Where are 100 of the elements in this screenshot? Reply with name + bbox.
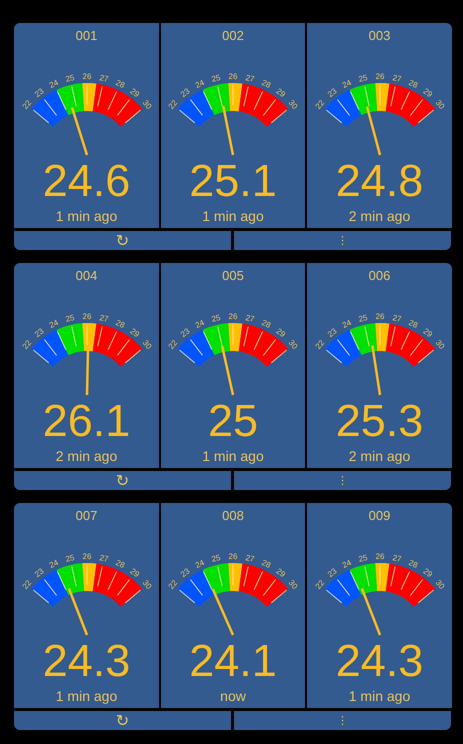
scale-label: 26 (228, 72, 238, 82)
refresh-button[interactable]: ↻ (14, 471, 231, 490)
scale-label: 24 (340, 558, 352, 570)
scale-label: 22 (20, 338, 33, 351)
more-button[interactable]: ⋮ (234, 711, 451, 730)
scale-label: 23 (326, 326, 338, 340)
scale-label: 28 (406, 558, 419, 570)
gauge-needle (370, 345, 381, 396)
scale-label: 29 (420, 566, 434, 580)
sensor-id: 005 (222, 268, 244, 284)
refresh-button[interactable]: ↻ (14, 231, 231, 250)
scale-label: 23 (32, 566, 46, 580)
scale-label: 24 (194, 318, 206, 330)
gauge-needle (85, 344, 89, 396)
gauge-needle (212, 588, 234, 636)
scale-label: 26 (82, 72, 91, 82)
more-button[interactable]: ⋮ (234, 471, 451, 490)
scale-label: 26 (228, 552, 238, 562)
gauge-needle (220, 346, 234, 396)
scale-label: 26 (375, 72, 384, 82)
scale-label: 28 (114, 318, 126, 330)
scale-label: 24 (47, 78, 60, 90)
last-updated: 2 min ago (56, 448, 118, 465)
refresh-button[interactable]: ↻ (14, 711, 231, 730)
scale-label: 28 (406, 78, 419, 90)
scale-label: 28 (114, 558, 126, 570)
scale-label: 30 (433, 98, 446, 111)
scale-label: 22 (313, 338, 326, 351)
scale-label: 30 (286, 338, 300, 351)
scale-label: 24 (340, 78, 352, 90)
scale-label: 25 (64, 73, 75, 84)
scale-label: 28 (260, 78, 272, 90)
last-updated: 1 min ago (202, 448, 264, 465)
scale-label: 29 (128, 326, 140, 340)
last-updated: 1 min ago (56, 208, 118, 225)
scale-label: 25 (357, 73, 368, 84)
scale-label: 22 (166, 98, 180, 111)
scale-label: 26 (82, 312, 91, 322)
gauge-needle (222, 106, 234, 156)
scale-label: 23 (32, 86, 46, 100)
scale-label: 28 (114, 78, 126, 90)
sensor-id: 008 (222, 508, 244, 524)
scale-label: 27 (391, 553, 402, 564)
scale-label: 29 (274, 86, 287, 100)
scale-label: 26 (375, 312, 384, 322)
scale-label: 22 (313, 98, 326, 111)
temperature-reading: 24.8 (336, 158, 424, 204)
scale-label: 22 (166, 578, 180, 591)
scale-label: 28 (260, 558, 272, 570)
scale-label: 23 (179, 566, 192, 580)
gauge-needle (67, 588, 88, 636)
scale-label: 22 (313, 578, 326, 591)
temperature-reading: 24.3 (42, 638, 130, 684)
sensor-id: 001 (76, 28, 98, 44)
scale-label: 25 (64, 553, 75, 564)
last-updated: 1 min ago (56, 688, 118, 705)
temperature-reading: 24.1 (189, 638, 277, 684)
scale-label: 28 (260, 318, 272, 330)
scale-label: 23 (326, 86, 338, 100)
scale-label: 29 (128, 566, 140, 580)
scale-label: 22 (20, 98, 33, 111)
scale-label: 30 (140, 578, 153, 591)
scale-label: 27 (391, 313, 402, 324)
more-button[interactable]: ⋮ (234, 231, 451, 250)
scale-label: 29 (274, 566, 287, 580)
temperature-reading: 24.6 (42, 158, 130, 204)
scale-label: 24 (194, 78, 206, 90)
scale-label: 27 (244, 553, 256, 564)
scale-label: 25 (210, 73, 222, 84)
scale-label: 30 (433, 578, 446, 591)
scale-label: 23 (179, 326, 192, 340)
scale-label: 22 (20, 578, 33, 591)
sensor-id: 006 (368, 268, 390, 284)
scale-label: 29 (420, 326, 434, 340)
scale-label: 22 (166, 338, 180, 351)
last-updated: 1 min ago (202, 208, 264, 225)
scale-label: 26 (228, 312, 238, 322)
gauge-needle (70, 106, 88, 156)
scale-label: 30 (433, 338, 446, 351)
scale-label: 25 (210, 313, 222, 324)
scale-label: 30 (286, 578, 300, 591)
scale-label: 25 (210, 553, 222, 564)
sensor-id: 007 (76, 508, 98, 524)
temperature-reading: 26.1 (42, 398, 130, 444)
scale-label: 25 (357, 553, 368, 564)
scale-label: 29 (274, 326, 287, 340)
scale-label: 27 (98, 553, 109, 564)
scale-label: 26 (375, 552, 384, 562)
sensor-id: 003 (368, 28, 390, 44)
scale-label: 23 (326, 566, 338, 580)
temperature-reading: 24.3 (336, 638, 424, 684)
scale-label: 24 (340, 318, 352, 330)
sensor-id: 002 (222, 28, 244, 44)
scale-label: 23 (179, 86, 192, 100)
scale-label: 25 (357, 313, 368, 324)
sensor-id: 004 (76, 268, 98, 284)
last-updated: 2 min ago (348, 208, 410, 225)
scale-label: 30 (140, 338, 153, 351)
gauge-needle (360, 588, 381, 636)
scale-label: 24 (194, 558, 206, 570)
